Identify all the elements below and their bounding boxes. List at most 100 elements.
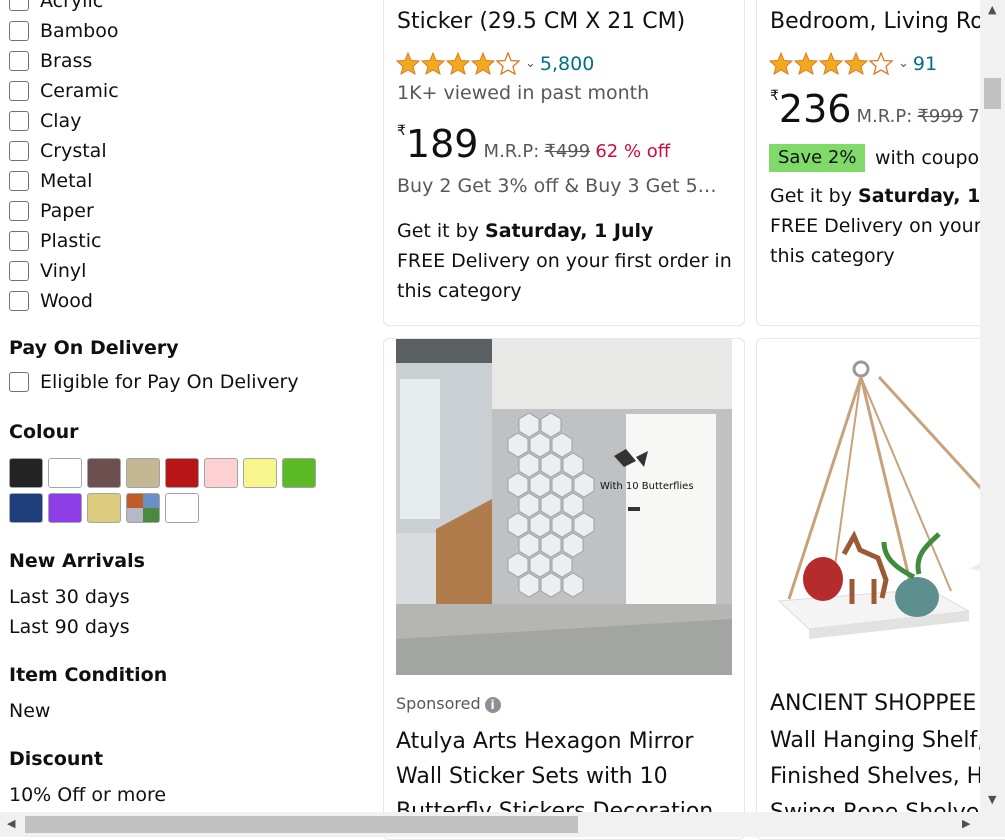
delivery-date: Saturday, 1 July: [485, 220, 654, 242]
mrp-label: M.R.P:: [483, 141, 540, 162]
discount-percent: 62 % off: [595, 141, 671, 162]
pay-on-delivery-heading: Pay On Delivery: [9, 337, 179, 359]
product-title-line1[interactable]: ANCIENT SHOPPEE: [770, 691, 976, 716]
checkbox[interactable]: [9, 261, 29, 281]
offer-text: Buy 2 Get 3% off & Buy 3 Get 5…: [397, 175, 717, 197]
material-option-plastic[interactable]: Plastic: [9, 226, 119, 256]
star-icon: [769, 52, 793, 75]
colour-swatch-clear[interactable]: [165, 493, 199, 523]
product-card: ANCIENT SHOPPEE Wall Hanging Shelf, Fini…: [756, 338, 1005, 840]
checkbox[interactable]: [9, 111, 29, 131]
star-icon: [844, 52, 868, 75]
star-rating[interactable]: ⌄ 5,800: [396, 52, 594, 75]
colour-swatch-purple[interactable]: [48, 493, 82, 523]
item-condition-heading: Item Condition: [9, 664, 168, 686]
product-title-line2[interactable]: Wall Hanging Shelf,: [770, 728, 984, 753]
condition-new-link[interactable]: New: [9, 700, 50, 722]
review-count-link[interactable]: 91: [913, 53, 937, 75]
new-arrivals-90-days-link[interactable]: Last 90 days: [9, 616, 130, 638]
material-option-bamboo[interactable]: Bamboo: [9, 16, 119, 46]
save-badge: Save 2%: [769, 144, 866, 172]
star-icon: [794, 52, 818, 75]
colour-swatch-green[interactable]: [282, 458, 316, 488]
currency-symbol: ₹: [397, 123, 406, 139]
checkbox[interactable]: [9, 0, 29, 11]
colour-swatch-beige[interactable]: [126, 458, 160, 488]
product-photo: With 10 Butterflies: [396, 339, 732, 675]
colour-heading: Colour: [9, 421, 79, 443]
mrp-price: ₹999: [917, 106, 964, 127]
info-icon[interactable]: i: [484, 696, 501, 713]
discount-10-off-link[interactable]: 10% Off or more: [9, 784, 166, 806]
material-option-paper[interactable]: Paper: [9, 196, 119, 226]
material-label: Metal: [40, 170, 93, 192]
colour-swatch-yellow[interactable]: [243, 458, 277, 488]
price-block: ₹236 M.R.P: ₹999 7: [770, 87, 980, 131]
viewed-count: 1K+ viewed in past month: [397, 82, 650, 104]
delivery-prefix: Get it by: [397, 220, 479, 242]
material-option-wood[interactable]: Wood: [9, 286, 119, 316]
scroll-right-arrow-icon[interactable]: ▶: [962, 818, 970, 830]
chevron-down-icon[interactable]: ⌄: [898, 56, 909, 71]
star-icon: [396, 52, 420, 75]
material-option-acrylic[interactable]: Acrylic: [9, 0, 119, 16]
product-image[interactable]: [769, 339, 1005, 675]
product-title-line2[interactable]: Wall Sticker Sets with 10: [396, 764, 668, 789]
chevron-down-icon[interactable]: ⌄: [525, 56, 536, 71]
product-photo: [769, 339, 1005, 675]
horizontal-scroll-thumb[interactable]: [25, 816, 578, 833]
material-label: Paper: [40, 200, 94, 222]
material-option-brass[interactable]: Brass: [9, 46, 119, 76]
product-card: With 10 Butterflies Sponsored i Atulya Ar…: [383, 338, 745, 840]
sponsored-text: Sponsored: [396, 694, 481, 713]
new-arrivals-30-days-link[interactable]: Last 30 days: [9, 586, 130, 608]
material-label: Bamboo: [40, 20, 119, 42]
colour-swatch-gold[interactable]: [87, 493, 121, 523]
material-label: Plastic: [40, 230, 102, 252]
material-option-clay[interactable]: Clay: [9, 106, 119, 136]
scroll-left-arrow-icon[interactable]: ◀: [7, 818, 15, 830]
vertical-scrollbar[interactable]: ▲ ▼: [980, 0, 1005, 812]
checkbox[interactable]: [9, 51, 29, 71]
pay-on-delivery-option[interactable]: Eligible for Pay On Delivery: [9, 371, 299, 393]
product-title-line1[interactable]: Atulya Arts Hexagon Mirror: [396, 729, 693, 754]
currency-symbol: ₹: [770, 88, 779, 104]
mrp-overflow: 7: [968, 106, 980, 127]
colour-swatch-multicolour[interactable]: [126, 493, 160, 523]
horizontal-scrollbar[interactable]: ◀ ▶: [0, 812, 1005, 837]
checkbox[interactable]: [9, 231, 29, 251]
checkbox[interactable]: [9, 171, 29, 191]
colour-swatch-brown[interactable]: [87, 458, 121, 488]
colour-swatch-pink[interactable]: [204, 458, 238, 488]
material-option-metal[interactable]: Metal: [9, 166, 119, 196]
sponsored-label[interactable]: Sponsored i: [396, 694, 501, 713]
colour-swatch-navy[interactable]: [9, 493, 43, 523]
checkbox[interactable]: [9, 372, 29, 392]
price-block: ₹189 M.R.P: ₹499 62 % off: [397, 122, 670, 166]
colour-swatch-black[interactable]: [9, 458, 43, 488]
vertical-scroll-thumb[interactable]: [984, 78, 1001, 109]
material-option-ceramic[interactable]: Ceramic: [9, 76, 119, 106]
free-delivery-line1: FREE Delivery on your first order in: [397, 250, 732, 272]
price: 189: [405, 122, 479, 166]
product-card: Bedroom, Living Ro ⌄ 91 ₹236 M.R.P: ₹999…: [756, 0, 1005, 326]
checkbox[interactable]: [9, 21, 29, 41]
material-option-vinyl[interactable]: Vinyl: [9, 256, 119, 286]
review-count-link[interactable]: 5,800: [540, 53, 594, 75]
colour-swatch-white[interactable]: [48, 458, 82, 488]
material-option-crystal[interactable]: Crystal: [9, 136, 119, 166]
star-rating[interactable]: ⌄ 91: [769, 52, 937, 75]
colour-swatch-red[interactable]: [165, 458, 199, 488]
checkbox[interactable]: [9, 141, 29, 161]
scroll-down-arrow-icon[interactable]: ▼: [988, 794, 996, 806]
checkbox[interactable]: [9, 81, 29, 101]
free-delivery-line2: this category: [770, 245, 895, 267]
product-title[interactable]: Bedroom, Living Ro: [770, 9, 984, 34]
star-empty-icon: [869, 52, 893, 75]
checkbox[interactable]: [9, 291, 29, 311]
product-title[interactable]: Sticker (29.5 CM X 21 CM): [397, 9, 685, 34]
scroll-up-arrow-icon[interactable]: ▲: [988, 4, 996, 16]
product-title-line3[interactable]: Finished Shelves, Ha: [770, 764, 997, 789]
checkbox[interactable]: [9, 201, 29, 221]
product-image[interactable]: With 10 Butterflies: [396, 339, 732, 675]
